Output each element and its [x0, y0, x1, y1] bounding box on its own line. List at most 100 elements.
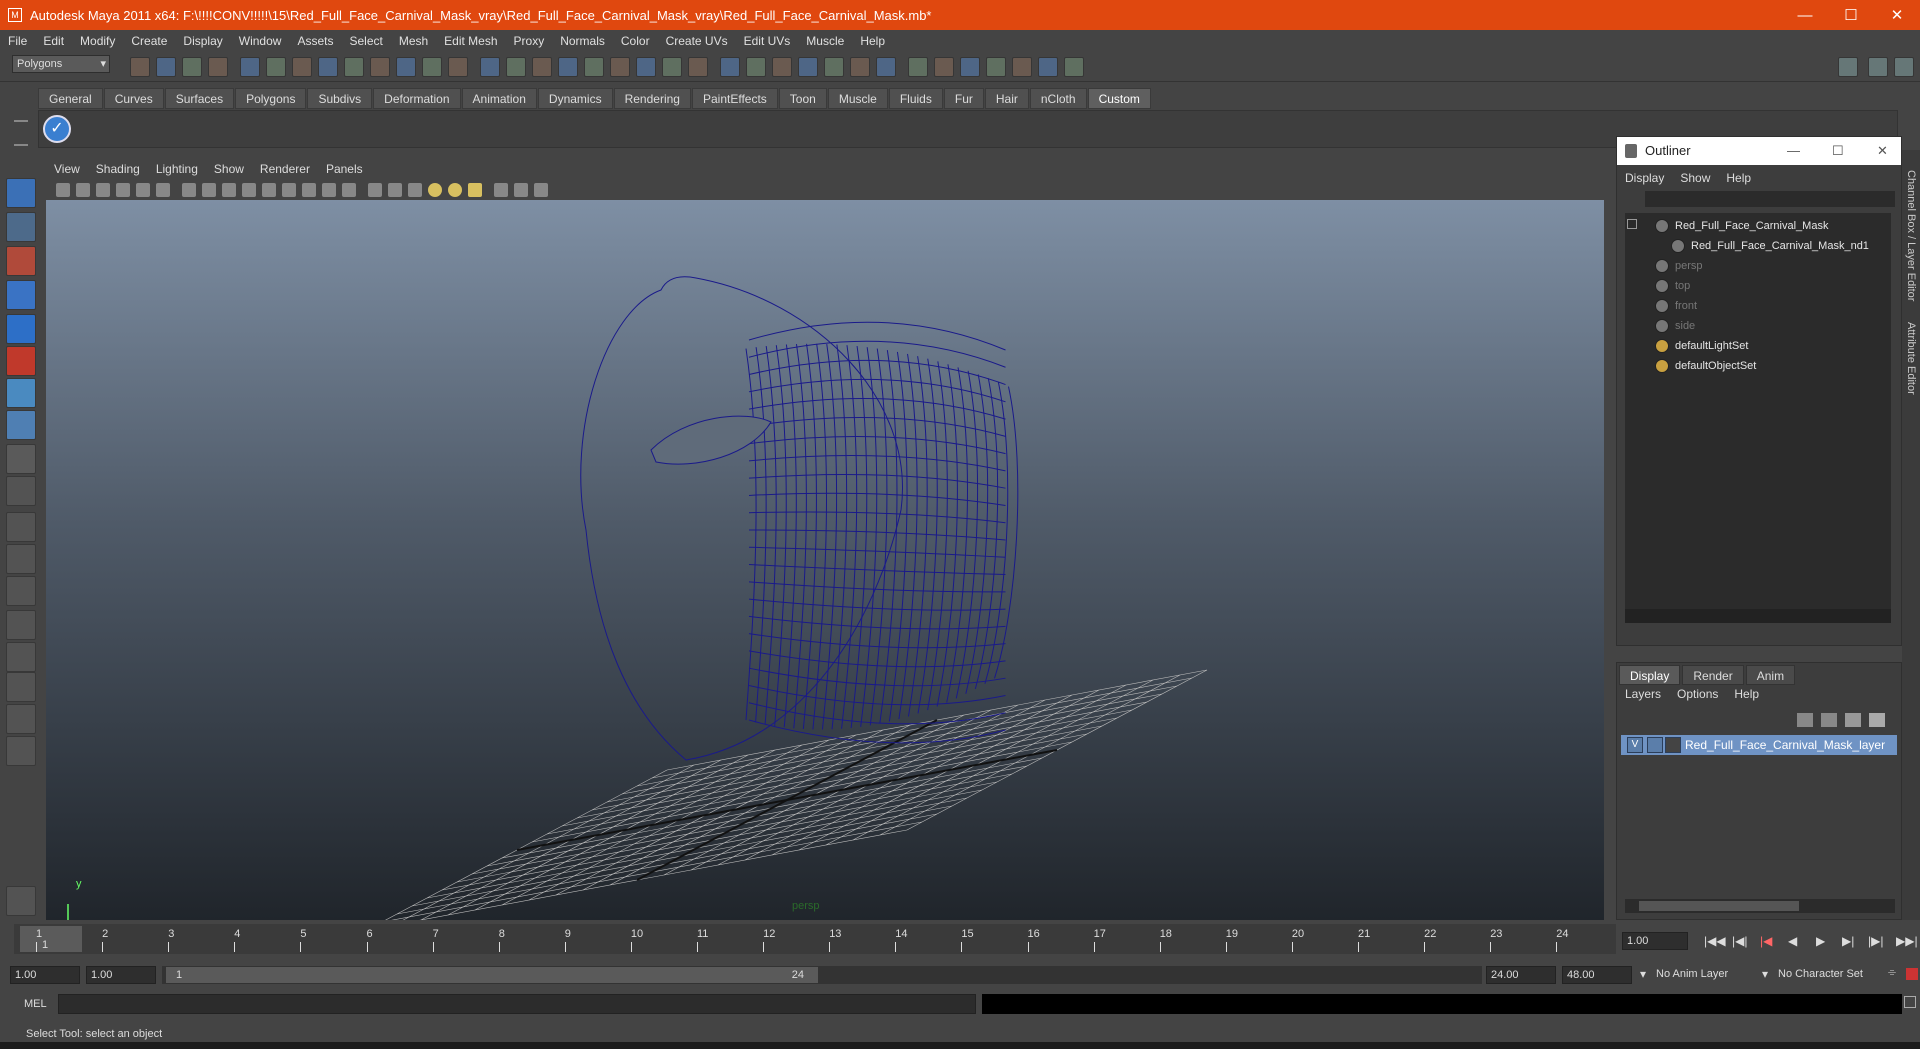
clapper-icon[interactable] [1012, 57, 1032, 77]
outliner-node[interactable]: persp [1625, 257, 1891, 275]
menu-create-uvs[interactable]: Create UVs [666, 34, 728, 48]
viewport-menu-lighting[interactable]: Lighting [156, 162, 198, 176]
shadows-icon[interactable] [262, 183, 276, 197]
step-forward-frame-icon[interactable]: ▶| [1842, 934, 1854, 948]
menu-mesh[interactable]: Mesh [399, 34, 428, 48]
hypershade-icon[interactable] [1064, 57, 1084, 77]
soft-mod-icon[interactable] [6, 410, 36, 440]
shelf-tab-rendering[interactable]: Rendering [613, 88, 691, 109]
outliner-horizontal-scrollbar[interactable] [1625, 609, 1891, 623]
checkmark-icon[interactable]: ✓ [43, 115, 71, 143]
checker-icon[interactable] [408, 183, 422, 197]
outliner-menu-display[interactable]: Display [1625, 171, 1664, 187]
command-input[interactable] [58, 994, 976, 1014]
outliner-node[interactable]: front [1625, 297, 1891, 315]
ipr-render-icon[interactable] [610, 57, 630, 77]
outliner-menu-show[interactable]: Show [1680, 171, 1710, 187]
key-icon[interactable]: ⌯ [1888, 967, 1896, 978]
animation-end-field[interactable]: 48.00 [1562, 966, 1632, 984]
channel-box-tab[interactable]: Channel Box / Layer Editor [1905, 170, 1917, 301]
current-time-marker[interactable]: 1 [20, 926, 82, 952]
bookmark-icon[interactable] [76, 183, 90, 197]
isolate-icon[interactable] [302, 183, 316, 197]
script-editor-icon[interactable] [1904, 996, 1916, 1008]
shelf-tab-custom[interactable]: Custom [1087, 88, 1151, 109]
manipulator-icon[interactable] [6, 378, 36, 408]
blank-tool-slot[interactable] [6, 476, 36, 506]
frame-all-icon[interactable] [322, 183, 336, 197]
menu-window[interactable]: Window [239, 34, 282, 48]
menu-muscle[interactable]: Muscle [806, 34, 844, 48]
snap-live-icon[interactable] [422, 57, 442, 77]
menu-file[interactable]: File [8, 34, 27, 48]
sphere-icon[interactable] [428, 183, 442, 197]
shelf-tab-general[interactable]: General [38, 88, 103, 109]
menu-edit-uvs[interactable]: Edit UVs [744, 34, 791, 48]
tool-a-icon[interactable] [908, 57, 928, 77]
menu-normals[interactable]: Normals [560, 34, 605, 48]
snap-curve-icon[interactable] [344, 57, 364, 77]
range-slider-track[interactable]: 1 24 [162, 966, 1482, 984]
uv-icon[interactable] [772, 57, 792, 77]
layer-menu-options[interactable]: Options [1677, 687, 1718, 701]
transform-icon[interactable] [534, 183, 548, 197]
light-bulb-icon[interactable] [448, 183, 462, 197]
select-mask-icon[interactable] [468, 183, 482, 197]
menu-edit-mesh[interactable]: Edit Mesh [444, 34, 497, 48]
curve-icon[interactable] [850, 57, 870, 77]
menu-select[interactable]: Select [349, 34, 382, 48]
character-set-selector[interactable]: No Character Set [1774, 966, 1886, 984]
layout-a-icon[interactable] [1838, 57, 1858, 77]
shelf-tab-fur[interactable]: Fur [943, 88, 984, 109]
four-panel-icon[interactable] [514, 183, 528, 197]
render-settings-icon[interactable] [636, 57, 656, 77]
shelf-tab-animation[interactable]: Animation [461, 88, 537, 109]
menu-assets[interactable]: Assets [297, 34, 333, 48]
time-slider[interactable]: 1 1 2 3 4 5 6 7 8 9 10 11 12 13 14 15 16 17 18 19 20 21 22 23 2… [14, 924, 1616, 954]
help-icon[interactable] [662, 57, 682, 77]
snap-grid-icon[interactable] [318, 57, 338, 77]
collapse-icon[interactable] [6, 736, 36, 766]
select-object-icon[interactable] [240, 57, 260, 77]
shelf-tab-toon[interactable]: Toon [778, 88, 827, 109]
wireframe-icon[interactable] [182, 183, 196, 197]
step-back-key-icon[interactable]: |◀| [1732, 934, 1747, 948]
layer-stack-icon[interactable] [1821, 713, 1837, 727]
layer-menu-layers[interactable]: Layers [1625, 687, 1661, 701]
outliner-menu-help[interactable]: Help [1726, 171, 1751, 187]
select-component-icon[interactable] [266, 57, 286, 77]
output-ops-icon[interactable] [506, 57, 526, 77]
layer-add-selected-icon[interactable] [1845, 713, 1861, 727]
go-to-start-icon[interactable]: |◀◀ [1704, 934, 1726, 948]
layout-graph-icon[interactable] [6, 610, 36, 640]
snap-point-icon[interactable] [370, 57, 390, 77]
chevron-down-icon[interactable]: ▾ [1762, 967, 1768, 981]
shelf-tab-curves[interactable]: Curves [103, 88, 164, 109]
shelf-tab-hair[interactable]: Hair [984, 88, 1029, 109]
shelf-tab-painteffects[interactable]: PaintEffects [691, 88, 778, 109]
layer-type-toggle[interactable] [1647, 737, 1663, 753]
shelf-tab-fluids[interactable]: Fluids [888, 88, 943, 109]
playback-start-field[interactable]: 1.00 [86, 966, 156, 984]
play-forwards-icon[interactable]: ▶ [1816, 934, 1825, 948]
shelf-tab-ncloth[interactable]: nCloth [1029, 88, 1087, 109]
menu-proxy[interactable]: Proxy [514, 34, 545, 48]
render-frame-icon[interactable] [584, 57, 604, 77]
layer-row[interactable]: V Red_Full_Face_Carnival_Mask_layer [1621, 735, 1897, 755]
smooth-shade-icon[interactable] [202, 183, 216, 197]
select-tool-icon[interactable] [6, 178, 36, 208]
input-ops-icon[interactable] [480, 57, 500, 77]
layer-tab-display[interactable]: Display [1619, 665, 1681, 685]
shelf-tab-surfaces[interactable]: Surfaces [164, 88, 235, 109]
film-gate-icon[interactable] [136, 183, 150, 197]
tool-c-icon[interactable] [960, 57, 980, 77]
viewport-menu-renderer[interactable]: Renderer [260, 162, 310, 176]
construction-history-icon[interactable] [532, 57, 552, 77]
magnet-icon[interactable] [798, 57, 818, 77]
scale-tool-icon[interactable] [6, 346, 36, 376]
layout-c-icon[interactable] [1894, 57, 1914, 77]
perspective-viewport[interactable]: y persp [46, 200, 1604, 920]
minimize-icon[interactable]: — [1787, 137, 1800, 165]
save-scene-icon[interactable] [182, 57, 202, 77]
menu-help[interactable]: Help [860, 34, 885, 48]
